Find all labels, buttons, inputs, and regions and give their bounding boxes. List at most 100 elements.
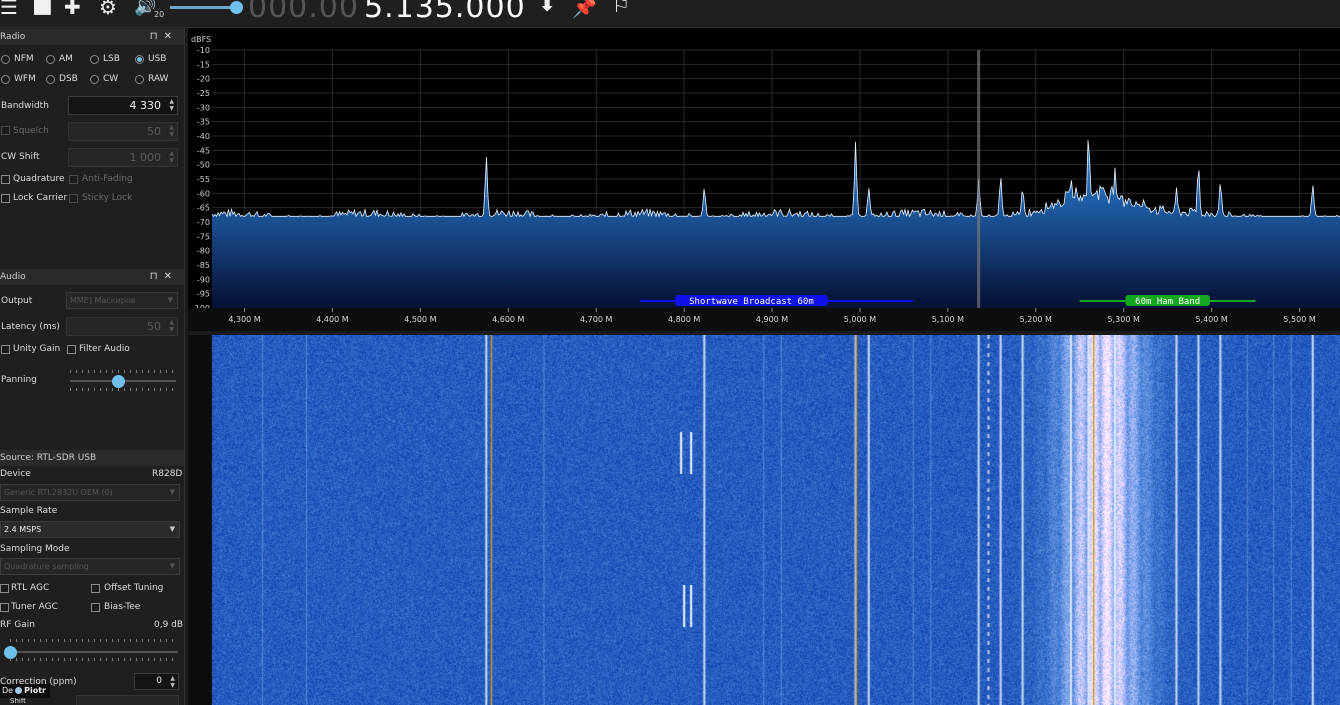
mode-radio-dsb[interactable] xyxy=(46,75,55,84)
shift-input[interactable] xyxy=(76,695,179,705)
device-select-value: Generic RTL2832U OEM (0) xyxy=(4,488,113,497)
unity-gain-checkbox[interactable] xyxy=(1,345,10,354)
panning-slider-knob[interactable] xyxy=(111,375,125,388)
frequency-display[interactable]: 5.135.000 xyxy=(364,0,526,25)
device-label: Device xyxy=(0,469,31,479)
control-panel: Radio ⊓✕ NFM AM LSB USB WFM DSB CW RAW Bandwidt… xyxy=(0,28,185,705)
squelch-checkbox[interactable] xyxy=(1,126,10,135)
quadrature-checkbox[interactable] xyxy=(1,175,10,184)
db-tick-label: -35 xyxy=(197,118,210,127)
db-tick-label: -65 xyxy=(197,204,210,213)
freq-tick-label: 4,900 M xyxy=(756,315,788,324)
toolbar: ☰ ■ ✚ ⚙ 🔊 20 000.00 5.135.000 ⬍ 📌 ⚐ xyxy=(0,0,1340,28)
sampling-mode-select[interactable]: Quadrature sampling ▼ xyxy=(0,558,180,575)
db-tick-label: -50 xyxy=(197,161,210,170)
tuner-agc-checkbox[interactable] xyxy=(0,603,9,612)
squelch-label: Squelch xyxy=(13,126,49,136)
bandwidth-stepper-icon[interactable]: ▲ ▼ xyxy=(169,98,174,112)
mode-radio-wfm[interactable] xyxy=(1,75,10,84)
offset-tuning-checkbox[interactable] xyxy=(91,584,100,593)
freq-tick-label: 4,600 M xyxy=(492,315,524,324)
lock-carrier-checkbox[interactable] xyxy=(1,194,10,203)
mode-radio-nfm[interactable] xyxy=(1,55,10,64)
mode-radio-cw[interactable] xyxy=(90,75,99,84)
sample-rate-select[interactable]: 2.4 MSPS ▼ xyxy=(0,521,180,538)
offset-tuning-label: Offset Tuning xyxy=(104,583,164,593)
sticky-lock-checkbox[interactable] xyxy=(69,194,78,203)
output-label: Output xyxy=(1,296,33,306)
chevron-down-icon: ▼ xyxy=(167,296,173,304)
flag-icon[interactable]: ⚐ xyxy=(612,0,630,16)
correction-stepper-icon[interactable]: ▲ ▼ xyxy=(170,675,175,689)
device-tuner-value: R828D xyxy=(152,469,183,479)
mode-radio-am[interactable] xyxy=(46,55,55,64)
freq-tick-label: 5,400 M xyxy=(1195,315,1227,324)
close-dock-icon[interactable]: ✕ xyxy=(164,31,178,42)
db-tick-label: -10 xyxy=(197,46,210,55)
pin-dock-icon[interactable]: ⊓ xyxy=(150,31,164,42)
bandwidth-label: Bandwidth xyxy=(1,101,49,111)
spectrum-analyzer[interactable]: dBFS -10 -15 -20 -25 -30 -35 -40 -45 -50 -55 -60 -6… xyxy=(188,28,1340,331)
volume-value: 20 xyxy=(154,10,165,19)
mode-radio-usb[interactable] xyxy=(135,55,144,64)
mode-radio-raw[interactable] xyxy=(135,75,144,84)
bandwidth-input[interactable]: 4 330 ▲ ▼ xyxy=(68,96,178,115)
rf-gain-ticks-top xyxy=(10,639,178,642)
waterfall-display[interactable] xyxy=(188,335,1340,705)
device-select[interactable]: Generic RTL2832U OEM (0) ▼ xyxy=(0,484,180,501)
pin-icon[interactable]: 📌 xyxy=(572,0,597,18)
step-down-icon[interactable]: ⬍ xyxy=(538,0,556,16)
mode-label-nfm: NFM xyxy=(14,54,34,64)
freq-tick-label: 4,500 M xyxy=(404,315,436,324)
chevron-down-icon: ▼ xyxy=(169,525,175,533)
freq-tick-label: 5,000 M xyxy=(844,315,876,324)
bandwidth-value: 4 330 xyxy=(129,99,162,112)
rf-gain-value: 0,9 dB xyxy=(154,620,184,630)
db-tick-label: -60 xyxy=(197,189,210,198)
settings-gear-icon[interactable]: ⚙ xyxy=(99,0,117,18)
chevron-down-icon: ▼ xyxy=(169,488,175,496)
correction-input[interactable]: 0 ▲ ▼ xyxy=(134,673,179,690)
audio-panel-title: Audio xyxy=(0,272,26,282)
radio-panel-title: Radio xyxy=(0,32,26,42)
anti-fading-checkbox[interactable] xyxy=(69,175,78,184)
mode-label-cw: CW xyxy=(103,74,119,84)
mode-label-lsb: LSB xyxy=(103,54,120,64)
volume-slider-fill xyxy=(170,6,237,9)
cw-shift-stepper-icon[interactable]: ▲ ▼ xyxy=(169,150,174,164)
squelch-input[interactable]: 50 ▲ ▼ xyxy=(68,122,178,141)
add-icon[interactable]: ✚ xyxy=(64,0,81,18)
mode-radio-lsb[interactable] xyxy=(90,55,99,64)
freq-tick-label: 4,400 M xyxy=(316,315,348,324)
tuning-center-marker[interactable] xyxy=(977,50,981,308)
volume-slider-knob[interactable] xyxy=(230,1,244,14)
close-dock-icon[interactable]: ✕ xyxy=(164,271,178,282)
output-select[interactable]: MME] Маскиров ▼ xyxy=(66,292,178,309)
squelch-value: 50 xyxy=(147,125,161,138)
volume-slider[interactable] xyxy=(170,1,244,14)
bias-tee-checkbox[interactable] xyxy=(91,603,100,612)
db-tick-label: -20 xyxy=(197,75,210,84)
menu-icon[interactable]: ☰ xyxy=(0,0,18,18)
db-tick-label: -45 xyxy=(197,146,210,155)
latency-stepper-icon[interactable]: ▲ ▼ xyxy=(169,319,174,333)
filter-audio-checkbox[interactable] xyxy=(67,345,76,354)
latency-label: Latency (ms) xyxy=(1,322,60,332)
pin-dock-icon[interactable]: ⊓ xyxy=(150,271,164,282)
rtl-agc-checkbox[interactable] xyxy=(0,584,9,593)
source-panel-title: Source: RTL-SDR USB xyxy=(0,453,97,463)
radio-panel-header: Radio ⊓✕ xyxy=(0,29,184,45)
stop-icon[interactable]: ■ xyxy=(32,0,53,17)
latency-input[interactable]: 50 ▲ ▼ xyxy=(66,317,178,336)
panning-slider[interactable] xyxy=(70,375,176,388)
db-tick-label: -85 xyxy=(197,261,210,270)
cw-shift-input[interactable]: 1 000 ▲ ▼ xyxy=(68,148,178,167)
freq-tick-label: 5,200 M xyxy=(1020,315,1052,324)
rf-gain-slider[interactable] xyxy=(4,646,178,659)
frequency-display-leading[interactable]: 000.00 xyxy=(248,0,359,25)
bias-tee-label: Bias-Tee xyxy=(104,602,141,612)
db-tick-label: -75 xyxy=(197,232,210,241)
db-tick-label: -15 xyxy=(197,60,210,69)
squelch-stepper-icon[interactable]: ▲ ▼ xyxy=(169,124,174,138)
sampling-mode-label: Sampling Mode xyxy=(0,544,70,554)
